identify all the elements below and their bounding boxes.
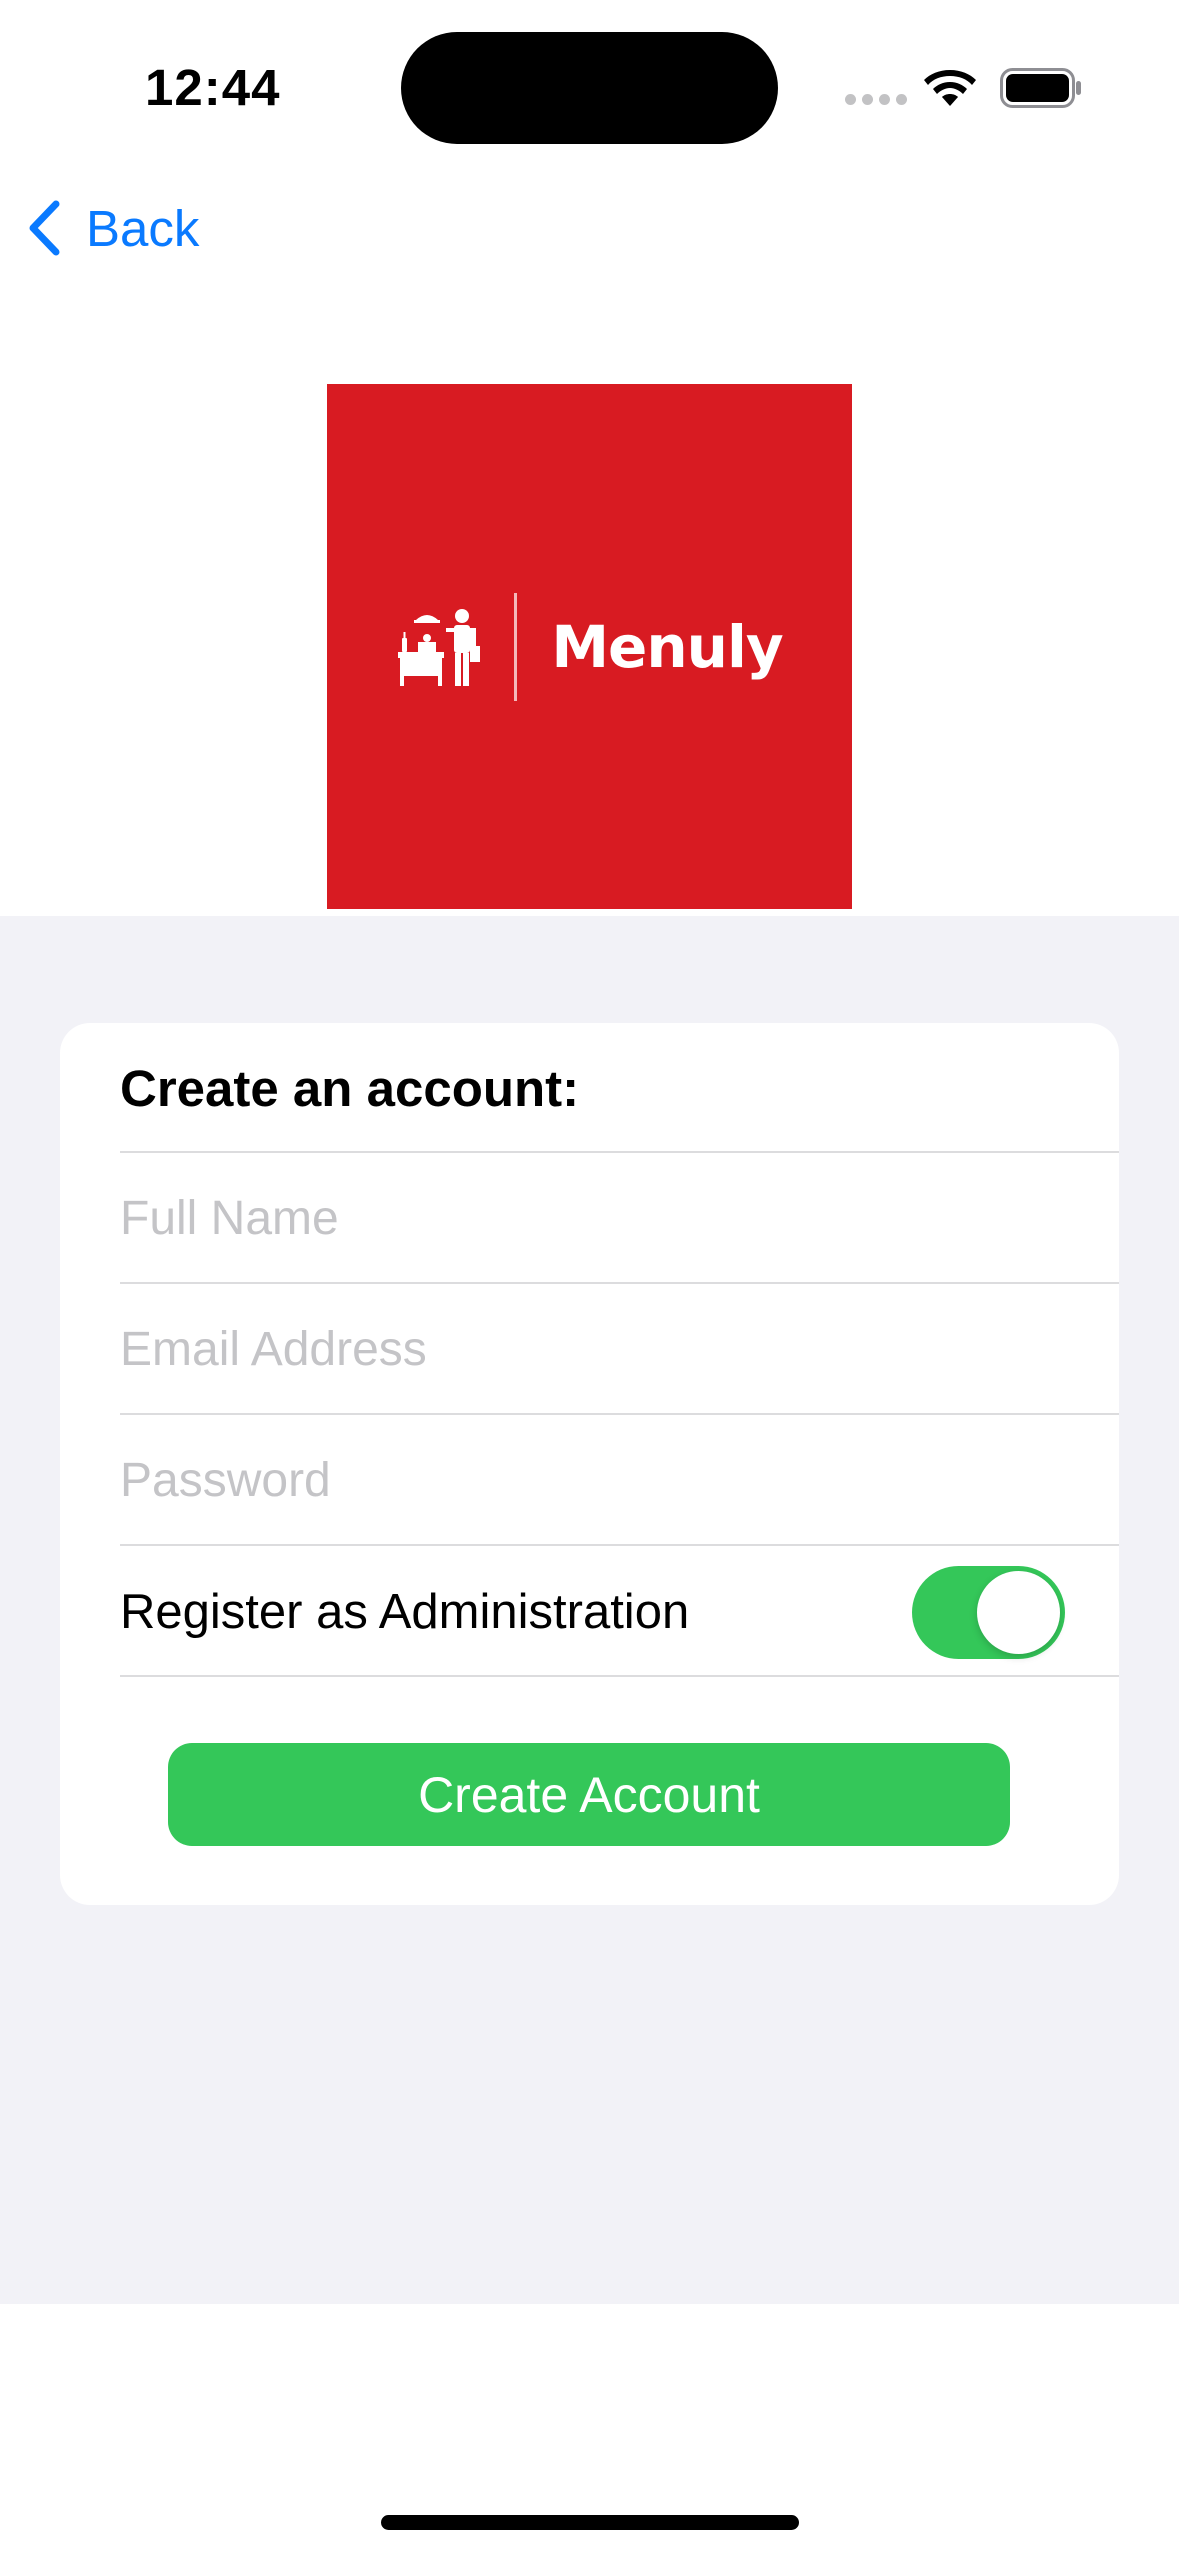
password-field[interactable] <box>120 1453 1060 1508</box>
back-button[interactable]: Back <box>24 192 199 264</box>
email-row <box>120 1282 1119 1415</box>
admin-toggle-label: Register as Administration <box>120 1584 690 1639</box>
divider <box>120 1675 1119 1677</box>
full-name-row <box>120 1151 1119 1284</box>
app-logo: Menuly <box>327 384 852 909</box>
wifi-icon <box>924 70 976 106</box>
screen: 12:44 Back Menuly Create an account: Ful… <box>0 0 1179 2556</box>
logo-divider <box>514 592 518 701</box>
status-time: 12:44 <box>145 59 281 116</box>
email-field[interactable] <box>120 1322 1060 1377</box>
waiter-icon <box>398 608 481 686</box>
toggle-knob <box>977 1571 1060 1654</box>
full-name-field[interactable] <box>120 1191 1060 1246</box>
cellular-signal-icon <box>845 94 907 105</box>
logo-brand-name: Menuly <box>551 612 783 681</box>
admin-toggle-row: Register as Administration <box>120 1544 1119 1677</box>
password-row <box>120 1413 1119 1546</box>
admin-toggle-switch[interactable] <box>912 1566 1065 1659</box>
chevron-left-icon <box>29 200 60 256</box>
create-account-card: Create an account: Register as Administr… <box>60 1023 1119 1905</box>
form-title: Create an account: <box>120 1060 580 1117</box>
back-label: Back <box>86 199 200 257</box>
home-indicator[interactable] <box>381 2515 799 2530</box>
create-account-button[interactable]: Create Account <box>168 1743 1010 1846</box>
dynamic-island <box>401 32 778 144</box>
battery-icon <box>1000 68 1081 108</box>
